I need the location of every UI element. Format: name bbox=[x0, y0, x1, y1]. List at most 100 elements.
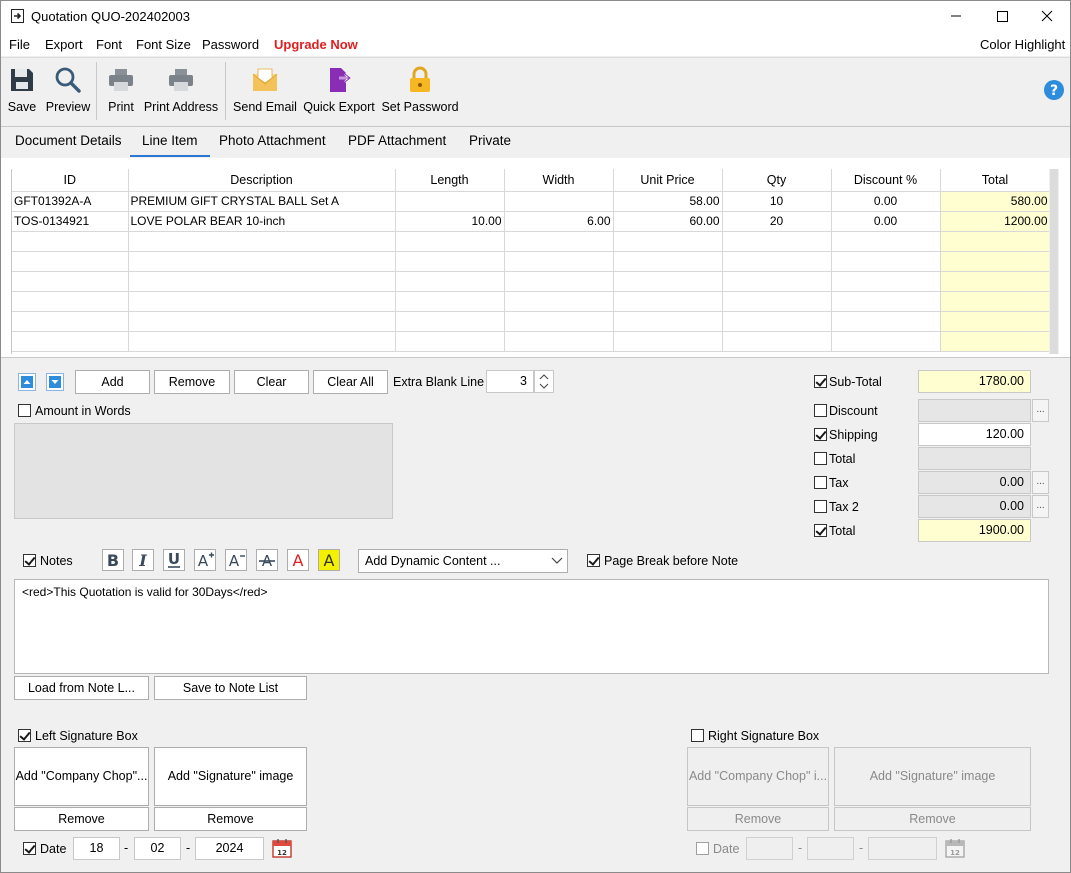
clear-line-button[interactable]: Clear bbox=[234, 370, 309, 394]
tax2-options-button[interactable]: ... bbox=[1032, 495, 1049, 518]
left-date-checkbox[interactable] bbox=[23, 842, 36, 855]
column-header-id[interactable]: ID bbox=[12, 169, 129, 192]
table-row[interactable]: TOS-0134921 LOVE POLAR BEAR 10-inch 10.0… bbox=[12, 211, 1051, 232]
shipping-value[interactable]: 120.00 bbox=[918, 423, 1031, 446]
right-remove-chop-button[interactable]: Remove bbox=[687, 807, 829, 831]
remove-line-button[interactable]: Remove bbox=[154, 370, 230, 394]
right-add-signature-image-button[interactable]: Add "Signature" image bbox=[834, 747, 1031, 806]
menu-export[interactable]: Export bbox=[45, 37, 83, 52]
right-signature-checkbox[interactable] bbox=[691, 729, 704, 742]
column-header-discount[interactable]: Discount % bbox=[831, 169, 941, 192]
cell-total[interactable]: 1200.00 bbox=[940, 211, 1051, 232]
tab-line-item[interactable]: Line Item bbox=[130, 133, 210, 157]
table-row-empty[interactable] bbox=[12, 251, 1051, 272]
left-add-signature-image-button[interactable]: Add "Signature" image bbox=[154, 747, 307, 806]
left-date-day[interactable]: 18 bbox=[73, 837, 120, 860]
grand-total-checkbox[interactable] bbox=[814, 524, 827, 537]
tab-photo-attachment[interactable]: Photo Attachment bbox=[219, 133, 326, 148]
subtotal-checkbox[interactable] bbox=[814, 375, 827, 388]
maximize-button[interactable] bbox=[979, 1, 1025, 31]
right-date-year[interactable] bbox=[868, 837, 937, 860]
print-address-button[interactable]: Print Address bbox=[142, 58, 220, 124]
menu-font[interactable]: Font bbox=[96, 37, 122, 52]
calendar-icon[interactable]: 12 bbox=[271, 837, 293, 859]
tax-value[interactable]: 0.00 bbox=[918, 471, 1031, 494]
tab-document-details[interactable]: Document Details bbox=[15, 133, 122, 148]
cell-id[interactable]: TOS-0134921 bbox=[12, 211, 129, 232]
column-header-unit-price[interactable]: Unit Price bbox=[613, 169, 723, 192]
dynamic-content-dropdown[interactable]: Add Dynamic Content ... bbox=[358, 549, 568, 573]
menu-color-highlight[interactable]: Color Highlight bbox=[980, 37, 1065, 52]
menu-file[interactable]: File bbox=[9, 37, 30, 52]
table-row-empty[interactable] bbox=[12, 291, 1051, 312]
cell-qty[interactable]: 20 bbox=[722, 211, 832, 232]
right-date-day[interactable] bbox=[746, 837, 793, 860]
cell-total[interactable]: 580.00 bbox=[940, 191, 1051, 212]
discount-options-button[interactable]: ... bbox=[1032, 399, 1049, 422]
menu-font-size[interactable]: Font Size bbox=[136, 37, 191, 52]
cell-width[interactable] bbox=[504, 191, 614, 212]
table-row-empty[interactable] bbox=[12, 271, 1051, 292]
notes-checkbox[interactable] bbox=[23, 554, 36, 567]
column-header-qty[interactable]: Qty bbox=[722, 169, 832, 192]
cell-width[interactable]: 6.00 bbox=[504, 211, 614, 232]
italic-button[interactable]: I bbox=[132, 549, 154, 571]
strikethrough-button[interactable]: A bbox=[256, 549, 278, 571]
column-header-description[interactable]: Description bbox=[128, 169, 396, 192]
right-remove-signature-button[interactable]: Remove bbox=[834, 807, 1031, 831]
table-row-empty[interactable] bbox=[12, 231, 1051, 252]
underline-button[interactable]: U bbox=[163, 549, 185, 571]
extra-blank-line-spinner[interactable] bbox=[534, 370, 554, 393]
grid-scrollbar-thumb[interactable] bbox=[1050, 169, 1058, 354]
bold-button[interactable]: B bbox=[102, 549, 124, 571]
cell-qty[interactable]: 10 bbox=[722, 191, 832, 212]
cell-length[interactable] bbox=[395, 191, 505, 212]
send-email-button[interactable]: Send Email bbox=[231, 58, 299, 124]
right-date-month[interactable] bbox=[807, 837, 854, 860]
tab-pdf-attachment[interactable]: PDF Attachment bbox=[348, 133, 446, 148]
shipping-checkbox[interactable] bbox=[814, 428, 827, 441]
print-button[interactable]: Print bbox=[104, 58, 138, 124]
discount-value[interactable] bbox=[918, 399, 1031, 422]
cell-description[interactable]: PREMIUM GIFT CRYSTAL BALL Set A bbox=[128, 191, 396, 212]
column-header-width[interactable]: Width bbox=[504, 169, 614, 192]
cell-discount[interactable]: 0.00 bbox=[831, 211, 941, 232]
amount-in-words-box[interactable] bbox=[14, 423, 393, 519]
quick-export-button[interactable]: Quick Export bbox=[303, 58, 375, 124]
increase-font-button[interactable]: A bbox=[194, 549, 216, 571]
left-signature-checkbox[interactable] bbox=[18, 729, 31, 742]
amount-in-words-checkbox[interactable] bbox=[18, 404, 31, 417]
cell-description[interactable]: LOVE POLAR BEAR 10-inch bbox=[128, 211, 396, 232]
cell-unit-price[interactable]: 60.00 bbox=[613, 211, 723, 232]
left-date-year[interactable]: 2024 bbox=[195, 837, 264, 860]
grid-scrollbar[interactable] bbox=[1049, 169, 1059, 354]
save-to-note-list-button[interactable]: Save to Note List bbox=[154, 676, 307, 700]
table-row[interactable]: GFT01392A-A PREMIUM GIFT CRYSTAL BALL Se… bbox=[12, 191, 1051, 212]
load-from-note-list-button[interactable]: Load from Note L... bbox=[14, 676, 149, 700]
page-break-checkbox[interactable] bbox=[587, 554, 600, 567]
left-date-month[interactable]: 02 bbox=[134, 837, 181, 860]
line-item-grid[interactable]: ID Description Length Width Unit Price Q… bbox=[11, 169, 1059, 354]
extra-blank-line-input[interactable]: 3 bbox=[486, 370, 534, 393]
table-row-empty[interactable] bbox=[12, 331, 1051, 352]
right-add-company-chop-button[interactable]: Add "Company Chop" i... bbox=[687, 747, 829, 806]
table-row-empty[interactable] bbox=[12, 311, 1051, 332]
total-before-tax-checkbox[interactable] bbox=[814, 452, 827, 465]
decrease-font-button[interactable]: A bbox=[225, 549, 247, 571]
column-header-total[interactable]: Total bbox=[940, 169, 1051, 192]
close-button[interactable] bbox=[1024, 1, 1070, 31]
column-header-length[interactable]: Length bbox=[395, 169, 505, 192]
cell-id[interactable]: GFT01392A-A bbox=[12, 191, 129, 212]
cell-unit-price[interactable]: 58.00 bbox=[613, 191, 723, 212]
add-line-button[interactable]: Add bbox=[75, 370, 150, 394]
notes-textarea[interactable]: <red>This Quotation is valid for 30Days<… bbox=[14, 579, 1049, 674]
font-color-button[interactable]: A bbox=[287, 549, 309, 571]
cell-discount[interactable]: 0.00 bbox=[831, 191, 941, 212]
move-up-button[interactable] bbox=[18, 373, 36, 391]
left-remove-chop-button[interactable]: Remove bbox=[14, 807, 149, 831]
calendar-icon[interactable]: 12 bbox=[944, 837, 966, 859]
left-remove-signature-button[interactable]: Remove bbox=[154, 807, 307, 831]
tax2-checkbox[interactable] bbox=[814, 500, 827, 513]
tax-checkbox[interactable] bbox=[814, 476, 827, 489]
set-password-button[interactable]: Set Password bbox=[379, 58, 461, 124]
